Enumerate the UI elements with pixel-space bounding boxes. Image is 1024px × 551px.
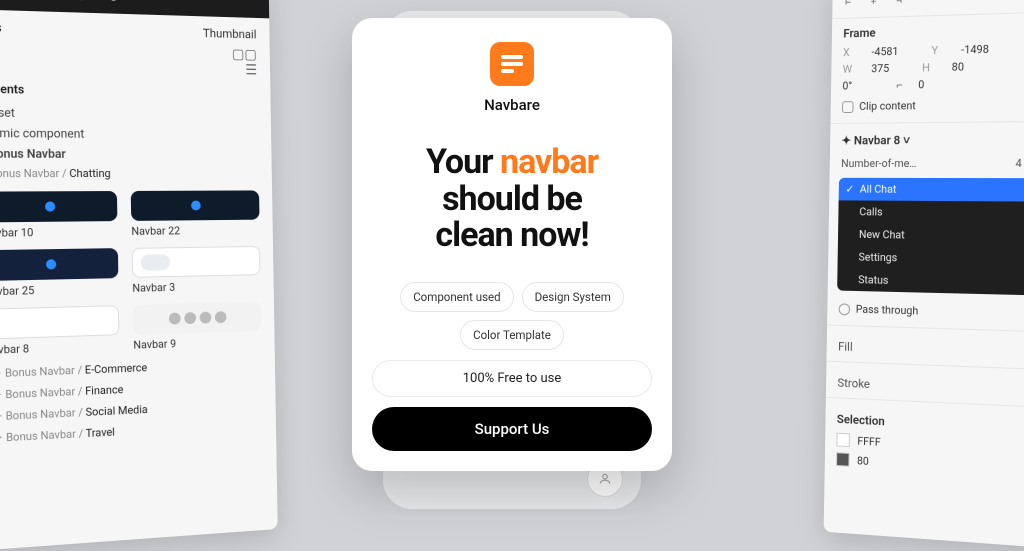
free-badge: 100% Free to use bbox=[372, 360, 652, 397]
book-icon[interactable]: ▢▢ bbox=[232, 47, 257, 63]
hand-tool-icon[interactable] bbox=[107, 0, 121, 5]
align-right-icon[interactable] bbox=[890, 0, 904, 9]
component-thumb[interactable]: Navbar 22 bbox=[131, 190, 260, 237]
frame-tool-icon[interactable] bbox=[0, 0, 15, 2]
assets-tab[interactable]: sets bbox=[0, 20, 2, 35]
w-input[interactable]: 375 bbox=[871, 62, 889, 75]
chip: Design System bbox=[522, 282, 624, 312]
dropdown-item[interactable]: New Chat bbox=[838, 223, 1024, 249]
tree-item[interactable]: tomic component bbox=[0, 123, 258, 145]
component-thumb[interactable]: Navbar 25 bbox=[0, 248, 119, 298]
figma-left-panel: T sets Thumbnail ▢▢ ☰ ponents n set tomi… bbox=[0, 0, 278, 551]
y-input[interactable]: -1498 bbox=[961, 43, 989, 57]
view-mode-label[interactable]: Thumbnail bbox=[203, 26, 257, 41]
align-left-icon[interactable] bbox=[844, 0, 858, 10]
dropdown-item[interactable]: All Chat bbox=[839, 178, 1024, 202]
component-thumb[interactable]: Navbar 9 bbox=[133, 301, 262, 351]
prop-value[interactable]: 4 Mer bbox=[1015, 157, 1024, 170]
variant-label[interactable]: ✦ Navbar 8 ˅ bbox=[830, 126, 1024, 153]
x-input[interactable]: -4581 bbox=[872, 45, 899, 58]
promo-card: Navbare Your navbar should be clean now!… bbox=[352, 18, 672, 471]
brand-name: Navbare bbox=[484, 96, 540, 114]
component-thumbnails: Navbar 10 Navbar 22 Navbar 25 Navbar 3 N… bbox=[0, 190, 262, 357]
section-components: ponents bbox=[0, 82, 258, 100]
variant-dropdown[interactable]: All Chat Calls New Chat Settings Status bbox=[837, 178, 1024, 296]
text-tool-icon[interactable]: T bbox=[57, 0, 65, 3]
pass-through-option[interactable]: Pass through bbox=[827, 296, 1024, 327]
support-us-button[interactable]: Support Us bbox=[372, 407, 652, 451]
corner-input[interactable]: 0 bbox=[918, 78, 924, 91]
chip: Color Template bbox=[460, 320, 564, 350]
prop-name: Number-of-me… bbox=[841, 157, 917, 170]
feature-chips: Component used Design System Color Templ… bbox=[372, 282, 652, 350]
tree-breadcrumb[interactable]: Bonus Navbar / Chatting bbox=[0, 164, 259, 184]
corner-icon: ⌐ bbox=[896, 79, 902, 92]
logo-icon bbox=[490, 42, 534, 86]
list-view-icon[interactable]: ☰ bbox=[245, 63, 257, 79]
dropdown-item[interactable]: Calls bbox=[838, 200, 1024, 225]
align-middle-icon[interactable] bbox=[936, 0, 950, 7]
component-thumb[interactable]: Navbar 3 bbox=[132, 246, 261, 295]
headline: Your navbar should be clean now! bbox=[426, 144, 598, 254]
h-input[interactable]: 80 bbox=[952, 60, 965, 73]
pen-tool-icon[interactable] bbox=[29, 0, 44, 3]
align-top-icon[interactable] bbox=[913, 0, 927, 8]
dropdown-item[interactable]: Status bbox=[837, 268, 1024, 296]
figma-right-panel: Frame X-4581Y-1498 W375H80 0°⌐0 Clip con… bbox=[824, 0, 1024, 548]
chip: Component used bbox=[400, 282, 513, 312]
rotation-input[interactable]: 0° bbox=[842, 80, 852, 93]
tree-item[interactable]: n set bbox=[0, 102, 258, 125]
tree-item[interactable]: Bonus Navbar bbox=[0, 143, 259, 164]
fill-section: Fill bbox=[827, 329, 1024, 365]
comment-tool-icon[interactable] bbox=[80, 0, 94, 4]
component-thumb[interactable]: Navbar 8 bbox=[0, 305, 120, 357]
align-center-icon[interactable] bbox=[867, 0, 881, 9]
clip-content-checkbox[interactable]: Clip content bbox=[831, 91, 1024, 119]
folder-list: ✦ Bonus Navbar / E-Commerce ✦ Bonus Navb… bbox=[0, 353, 263, 450]
component-thumb[interactable]: Navbar 10 bbox=[0, 191, 118, 240]
